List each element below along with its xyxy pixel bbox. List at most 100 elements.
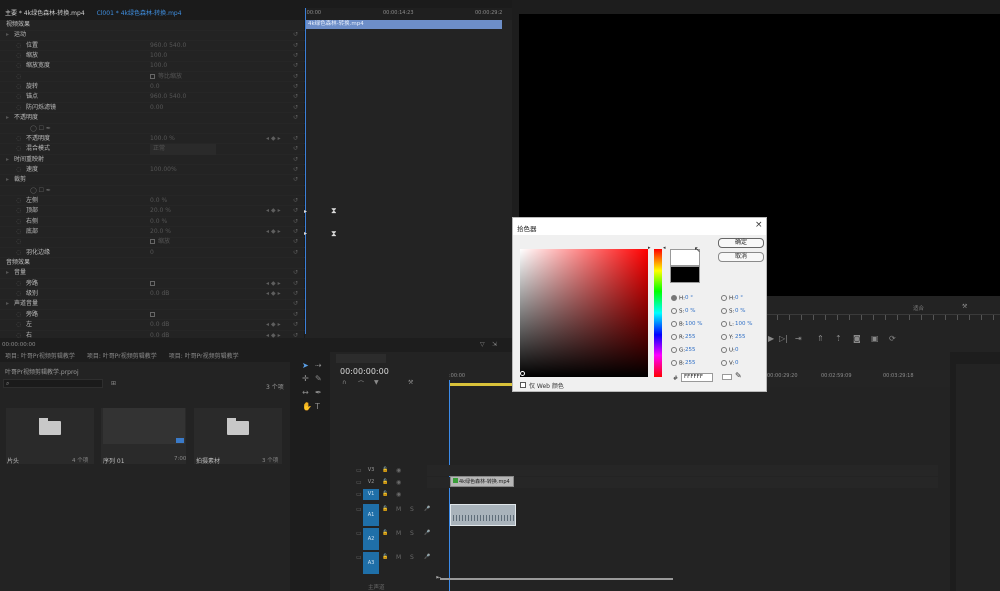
- color-field-value[interactable]: 0: [735, 347, 739, 353]
- keyframe-nav-icon[interactable]: ◂◆▸: [266, 279, 283, 290]
- eye-icon[interactable]: ◉: [396, 479, 401, 486]
- zoom-select[interactable]: 适合: [913, 304, 924, 312]
- stopwatch-icon[interactable]: ◌: [16, 310, 21, 321]
- selection-tool-icon[interactable]: ➤: [302, 361, 309, 370]
- stopwatch-icon[interactable]: ◌: [16, 72, 21, 83]
- reset-icon[interactable]: ↺: [293, 30, 298, 41]
- lift-icon[interactable]: ⇑: [817, 334, 824, 343]
- color-field-value[interactable]: 100 %: [735, 321, 752, 327]
- reset-icon[interactable]: ↺: [293, 82, 298, 93]
- color-mode-radio[interactable]: [671, 347, 677, 353]
- mute-button[interactable]: M: [396, 530, 401, 537]
- track-select-tool-icon[interactable]: ⇢: [315, 361, 322, 370]
- effect-row[interactable]: ◌ 底部 20.0 % ◂◆▸ ↺: [0, 227, 305, 238]
- color-mode-radio[interactable]: [671, 321, 677, 327]
- track-name[interactable]: A1: [363, 504, 379, 526]
- effect-row[interactable]: ▸ 裁剪 ↺: [0, 175, 305, 186]
- reset-icon[interactable]: ↺: [293, 237, 298, 248]
- filter-icon[interactable]: ▽: [480, 341, 485, 348]
- effect-row[interactable]: ◌ 旋转 0.0 ↺: [0, 82, 305, 93]
- lock-icon[interactable]: 🔓: [382, 479, 388, 485]
- effect-row[interactable]: ◌ 右侧 0.0 % ↺: [0, 217, 305, 228]
- effect-value[interactable]: 0.0 %: [150, 217, 167, 228]
- camera-icon[interactable]: ◙: [853, 334, 861, 343]
- lock-icon[interactable]: 🔓: [382, 467, 388, 473]
- timeline-timecode[interactable]: 00:00:00:00: [340, 367, 389, 376]
- effect-value[interactable]: 0.0 %: [150, 196, 167, 207]
- effect-row[interactable]: ◌ 等比缩放 ↺: [0, 72, 305, 83]
- tab-source-main[interactable]: 主要 * 4k绿色森林-转换.mp4: [0, 8, 90, 20]
- color-mode-radio[interactable]: [671, 334, 677, 340]
- tab-project-2[interactable]: 项目: 叶哥Pr视频剪辑教学: [82, 352, 162, 362]
- saturation-brightness-field[interactable]: [520, 249, 648, 377]
- reset-icon[interactable]: ↺: [293, 61, 298, 72]
- keyframe-nav-icon[interactable]: ◂◆▸: [266, 227, 283, 238]
- go-to-out-button[interactable]: ⇥: [795, 334, 802, 343]
- color-field[interactable]: R: 255: [671, 334, 717, 343]
- hue-slider[interactable]: [654, 249, 662, 377]
- color-field-value[interactable]: 0 %: [735, 308, 745, 314]
- effect-value[interactable]: 100.0: [150, 61, 167, 72]
- track-name[interactable]: V3: [363, 465, 379, 476]
- stopwatch-icon[interactable]: ◌: [16, 41, 21, 52]
- effect-row[interactable]: ▸ 运动 ↺: [0, 30, 305, 41]
- source-patch-icon[interactable]: ▭: [356, 530, 362, 537]
- ec-timecode[interactable]: 00:00:00:00: [2, 342, 36, 348]
- program-ruler[interactable]: [765, 314, 1000, 320]
- tab-project-1[interactable]: 项目: 叶哥Pr视频剪辑教学: [0, 352, 80, 362]
- effect-value[interactable]: 0.0 dB: [150, 289, 169, 300]
- step-forward-button[interactable]: ▷|: [779, 334, 788, 343]
- mask-tools-icon[interactable]: ◯ ☐ ✒: [30, 124, 51, 135]
- effect-row[interactable]: ◌ 缩放宽度 100.0 ↺: [0, 61, 305, 72]
- expand-toggle-icon[interactable]: ▸: [6, 30, 9, 41]
- hand-tool-icon[interactable]: ✋: [302, 402, 312, 411]
- reset-icon[interactable]: ↺: [293, 206, 298, 217]
- source-patch-icon[interactable]: ▭: [356, 554, 362, 561]
- effect-value[interactable]: 缩放: [158, 237, 170, 248]
- effect-row[interactable]: ◌ 缩放 ↺: [0, 237, 305, 248]
- reset-icon[interactable]: ↺: [293, 289, 298, 300]
- stopwatch-icon[interactable]: ◌: [16, 279, 21, 290]
- expand-toggle-icon[interactable]: ▸: [6, 155, 9, 166]
- effect-row[interactable]: ◌ 旁路 ↺: [0, 310, 305, 321]
- checkbox[interactable]: [150, 239, 155, 245]
- color-field[interactable]: Y: 255: [721, 334, 767, 343]
- color-field-value[interactable]: 255: [735, 334, 746, 340]
- timeline-tab[interactable]: [336, 354, 386, 363]
- keyframe-marker-left-bottom[interactable]: ▸: [304, 230, 307, 237]
- stopwatch-icon[interactable]: ◌: [16, 227, 21, 238]
- effect-row[interactable]: ◌ 右 0.0 dB ◂◆▸ ↺: [0, 331, 305, 339]
- keyframe-nav-icon[interactable]: ◂◆▸: [266, 331, 283, 339]
- effect-row[interactable]: ◌ 顶部 20.0 % ◂◆▸ ↺: [0, 206, 305, 217]
- reset-icon[interactable]: ↺: [293, 310, 298, 321]
- stopwatch-icon[interactable]: ◌: [16, 206, 21, 217]
- color-mode-radio[interactable]: [721, 321, 727, 327]
- ripple-edit-tool-icon[interactable]: ✛: [302, 374, 309, 383]
- stopwatch-icon[interactable]: ◌: [16, 320, 21, 331]
- stopwatch-icon[interactable]: ◌: [16, 61, 21, 72]
- color-cursor[interactable]: [520, 371, 525, 376]
- reset-icon[interactable]: ↺: [293, 165, 298, 176]
- eye-icon[interactable]: ◉: [396, 491, 401, 498]
- track-name[interactable]: A2: [363, 528, 379, 550]
- effect-value[interactable]: 0.0 dB: [150, 320, 169, 331]
- solo-button[interactable]: S: [410, 530, 414, 537]
- reset-icon[interactable]: ↺: [293, 196, 298, 207]
- reset-icon[interactable]: ↺: [293, 103, 298, 114]
- lock-icon[interactable]: 🔓: [382, 491, 388, 497]
- source-patch-icon[interactable]: ▭: [356, 467, 362, 474]
- microphone-icon[interactable]: 🎤: [424, 530, 430, 536]
- color-mode-radio[interactable]: [721, 360, 727, 366]
- hex-input[interactable]: FFFFFF: [681, 373, 713, 382]
- lock-icon[interactable]: 🔓: [382, 530, 388, 536]
- ec-clip-bar[interactable]: 4k绿色森林-转换.mp4: [306, 20, 502, 29]
- color-picker-titlebar[interactable]: 拾色器 ×: [513, 218, 766, 235]
- extract-icon[interactable]: ⇡: [835, 334, 842, 343]
- color-mode-radio[interactable]: [671, 360, 677, 366]
- cancel-button[interactable]: 取消: [718, 252, 764, 262]
- color-field[interactable]: S: 0 %: [671, 308, 717, 317]
- effect-value[interactable]: 0.0: [150, 82, 160, 93]
- effect-row[interactable]: ◌ 级别 0.0 dB ◂◆▸ ↺: [0, 289, 305, 300]
- effect-row[interactable]: 视频效果: [0, 20, 305, 31]
- audio-clip[interactable]: [450, 504, 516, 526]
